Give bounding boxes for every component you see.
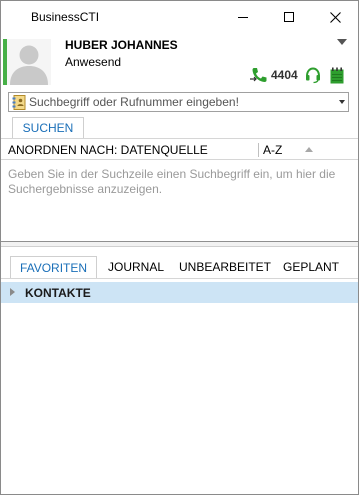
tab-bar: FAVORITEN JOURNAL UNBEARBEITET GEPLANT <box>1 256 358 279</box>
close-icon <box>329 11 341 23</box>
phone-forward-icon[interactable] <box>249 66 269 84</box>
presence-indicator <box>3 39 51 85</box>
search-box <box>8 92 349 112</box>
window-title: BusinessCTI <box>31 10 100 24</box>
scroll-area <box>350 303 358 493</box>
maximize-button[interactable] <box>266 1 312 33</box>
tab-unprocessed[interactable]: UNBEARBEITET <box>177 256 273 279</box>
extension-number: 4404 <box>271 68 298 82</box>
address-book-icon <box>12 94 26 110</box>
avatar[interactable] <box>7 39 51 85</box>
search-input[interactable] <box>29 94 336 110</box>
app-window: BusinessCTI HUBER JOHANNES Anwesend 4404… <box>0 0 359 495</box>
minimize-button[interactable] <box>220 1 266 33</box>
user-status[interactable]: Anwesend <box>65 55 121 69</box>
tab-journal[interactable]: JOURNAL <box>101 256 171 279</box>
group-label: KONTAKTE <box>25 286 91 300</box>
profile-menu-button[interactable] <box>337 39 347 47</box>
pane-splitter[interactable] <box>1 241 358 247</box>
extension-bar: 4404 <box>249 66 344 84</box>
headset-icon[interactable] <box>304 66 322 84</box>
title-bar[interactable]: BusinessCTI <box>1 1 358 33</box>
tab-favorites[interactable]: FAVORITEN <box>10 256 97 279</box>
divider <box>1 278 358 279</box>
tab-search[interactable]: SUCHEN <box>12 117 84 139</box>
user-silhouette-icon <box>10 45 48 85</box>
user-profile: HUBER JOHANNES Anwesend 4404 <box>1 33 358 85</box>
maximize-icon <box>284 12 294 22</box>
sort-arrow-icon[interactable] <box>305 147 313 152</box>
minimize-icon <box>238 16 248 18</box>
group-row-contacts[interactable]: KONTAKTE <box>1 282 358 303</box>
search-hint-text: Geben Sie in der Suchzeile einen Suchbeg… <box>8 167 336 196</box>
close-button[interactable] <box>312 1 358 33</box>
expand-arrow-icon[interactable] <box>10 288 15 296</box>
divider <box>1 138 358 139</box>
search-dropdown-button[interactable] <box>336 93 348 111</box>
tab-planned[interactable]: GEPLANT <box>279 256 343 279</box>
user-name: HUBER JOHANNES <box>65 38 178 52</box>
sort-header: ANORDNEN NACH: DATENQUELLE A-Z <box>1 141 358 160</box>
column-divider <box>258 143 259 157</box>
sort-by-label[interactable]: ANORDNEN NACH: DATENQUELLE <box>8 143 208 157</box>
calendar-icon[interactable] <box>330 67 344 84</box>
sort-order-label[interactable]: A-Z <box>263 143 282 157</box>
